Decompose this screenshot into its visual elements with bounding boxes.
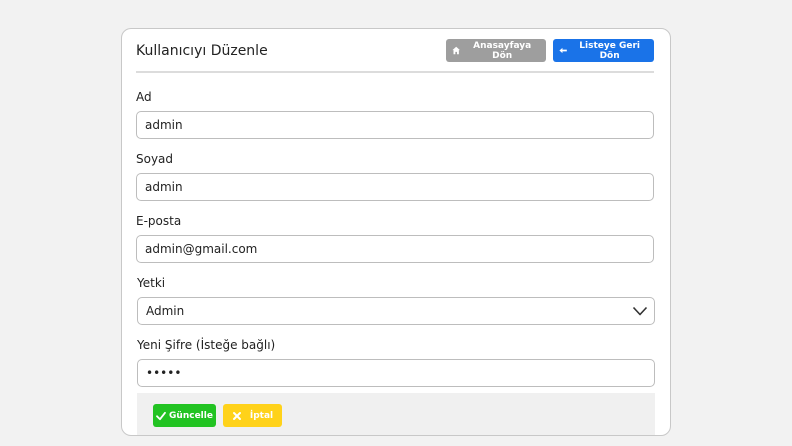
back-button-label: Listeye Geri Dön — [579, 40, 640, 61]
chevron-down-icon — [632, 306, 648, 316]
update-button-label: Güncelle — [169, 410, 213, 421]
cancel-button[interactable]: İptal — [223, 404, 282, 427]
check-icon — [156, 411, 166, 420]
home-icon — [452, 46, 460, 55]
last-name-label: Soyad — [136, 152, 174, 166]
first-name-input[interactable] — [136, 111, 654, 139]
password-label: Yeni Şifre (İsteğe bağlı) — [137, 338, 276, 352]
password-input[interactable] — [137, 359, 655, 387]
x-icon — [232, 411, 241, 420]
page-title: Kullanıcıyı Düzenle — [136, 43, 268, 59]
email-input[interactable] — [136, 235, 654, 263]
edit-user-card: Kullanıcıyı Düzenle Anasayfaya Dön Liste… — [121, 28, 671, 436]
form-actions: Güncelle İptal — [137, 393, 655, 435]
role-select[interactable]: Admin — [137, 297, 655, 325]
update-button[interactable]: Güncelle — [153, 404, 216, 427]
email-label: E-posta — [136, 214, 182, 228]
cancel-button-label: İptal — [249, 410, 274, 421]
last-name-input[interactable] — [136, 173, 654, 201]
role-label: Yetki — [137, 276, 166, 290]
role-select-value: Admin — [146, 304, 185, 318]
home-button[interactable]: Anasayfaya Dön — [446, 39, 546, 62]
arrow-left-icon — [559, 47, 567, 54]
card-header: Kullanıcıyı Düzenle Anasayfaya Dön Liste… — [136, 37, 654, 73]
back-to-list-button[interactable]: Listeye Geri Dön — [553, 39, 654, 62]
first-name-label: Ad — [136, 90, 152, 104]
home-button-label: Anasayfaya Dön — [473, 40, 532, 61]
